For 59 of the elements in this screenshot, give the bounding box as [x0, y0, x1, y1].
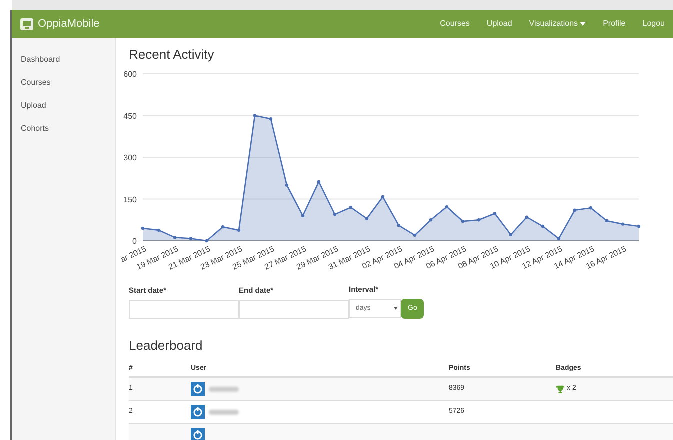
point	[333, 212, 337, 216]
y-tick-label: 600	[124, 70, 137, 79]
point	[173, 236, 177, 240]
point	[365, 217, 369, 220]
nav-link[interactable]: Profile	[603, 18, 626, 30]
point	[461, 220, 465, 224]
brand-title[interactable]: OppiaMobile	[38, 16, 100, 32]
point	[349, 206, 353, 210]
point	[525, 216, 529, 219]
y-tick-label: 0	[132, 237, 137, 246]
date-input[interactable]	[239, 300, 349, 320]
blurred-name	[209, 386, 239, 392]
point	[477, 218, 481, 222]
point	[205, 239, 209, 243]
point	[445, 205, 449, 209]
y-tick-label: 300	[124, 154, 137, 162]
point	[573, 208, 577, 212]
point	[637, 224, 641, 228]
point	[157, 228, 161, 232]
point	[605, 219, 609, 223]
point	[221, 225, 225, 229]
point	[317, 180, 321, 184]
caret-icon	[580, 22, 586, 26]
point	[621, 222, 625, 226]
sidebar-item[interactable]: Courses	[21, 77, 115, 89]
avatar-icon	[191, 405, 205, 420]
date-input[interactable]	[129, 300, 239, 320]
sidebar-item[interactable]: Upload	[21, 100, 115, 112]
nav-link[interactable]: Visualizations	[529, 18, 586, 30]
nav-link[interactable]: Logou	[642, 18, 665, 30]
nav-link[interactable]: Courses	[440, 18, 470, 30]
point	[397, 224, 401, 228]
y-tick-label: 450	[124, 112, 137, 121]
point	[589, 206, 593, 210]
point	[189, 237, 193, 240]
point	[285, 184, 289, 187]
logo-icon	[20, 18, 34, 30]
point	[541, 224, 545, 228]
caret-icon	[394, 307, 398, 310]
section-title: Leaderboard	[129, 339, 204, 352]
avatar-icon	[191, 382, 205, 396]
point	[557, 237, 561, 240]
sidebar-item[interactable]: Dashboard	[21, 54, 115, 66]
point	[301, 214, 305, 218]
trophy-icon	[556, 384, 565, 394]
sidebar-item[interactable]: Cohorts	[21, 123, 115, 135]
point	[237, 228, 241, 232]
point	[141, 226, 145, 230]
section-title: Recent Activity	[129, 48, 216, 61]
y-tick-label: 150	[124, 195, 137, 204]
point	[269, 117, 273, 121]
point	[253, 114, 257, 118]
point	[509, 233, 513, 236]
blurred-name	[209, 410, 239, 415]
point	[493, 212, 497, 216]
point	[429, 218, 433, 222]
nav-link[interactable]: Upload	[486, 18, 512, 30]
point	[381, 195, 385, 199]
point	[413, 234, 417, 238]
